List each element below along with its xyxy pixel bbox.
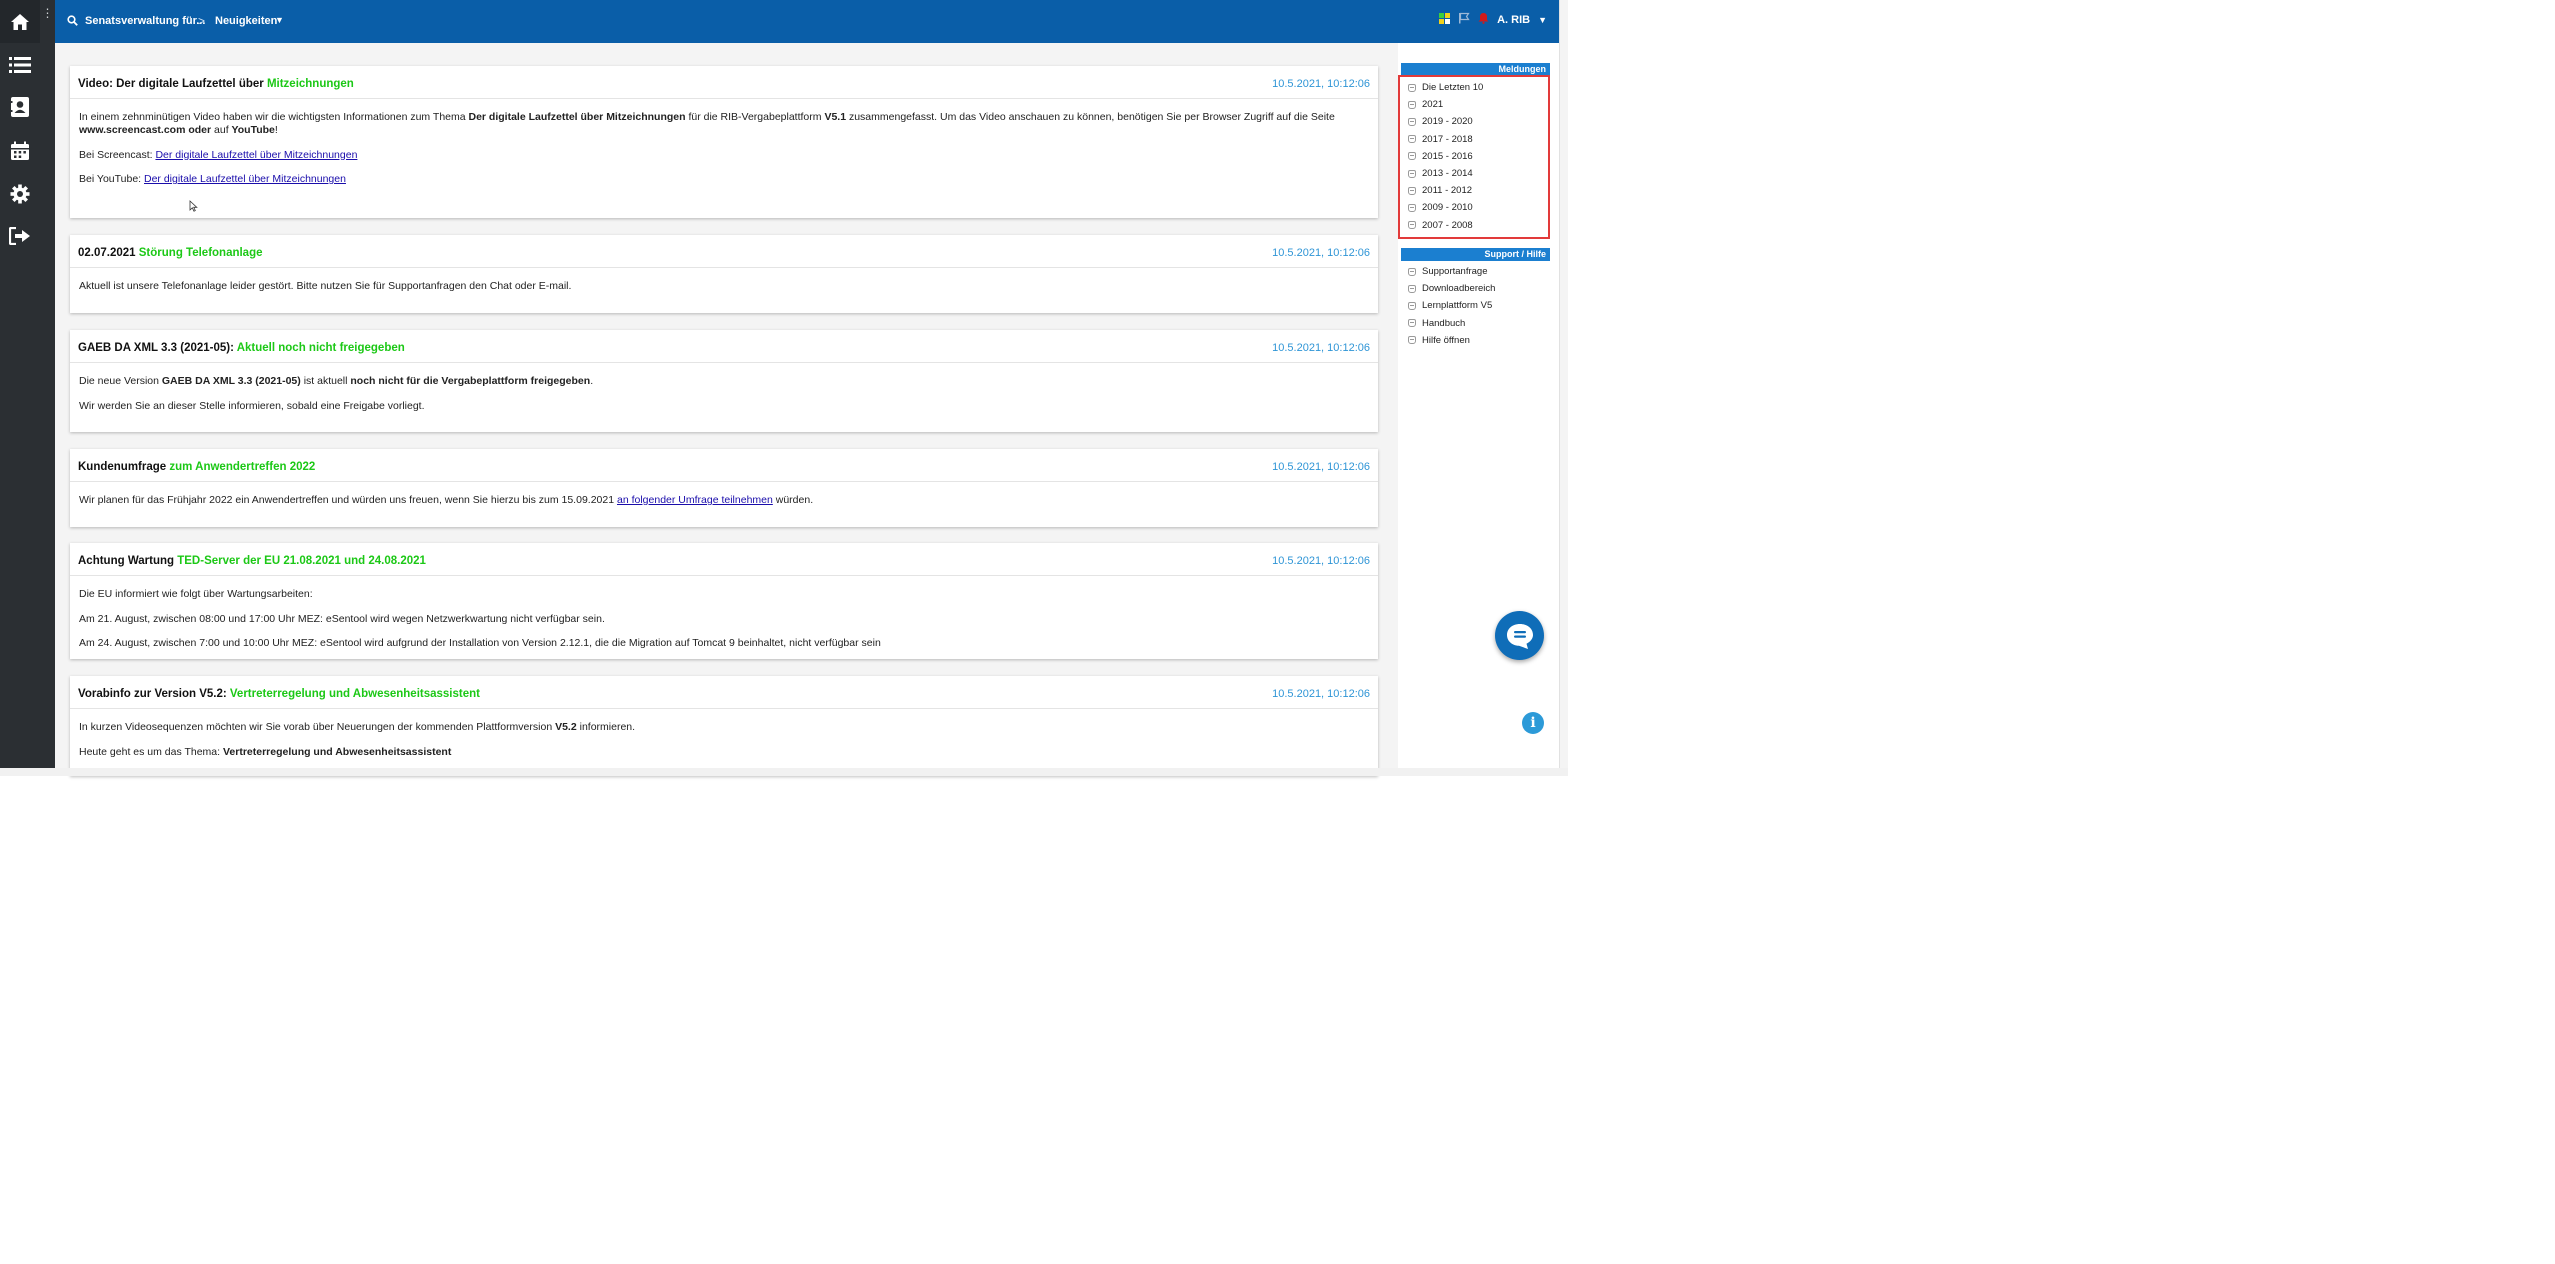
sidebar-item-contacts[interactable]	[0, 87, 40, 127]
support-item[interactable]: Hilfe öffnen	[1408, 332, 1548, 349]
news-text: Wir werden Sie an dieser Stelle informie…	[79, 399, 425, 412]
news-card-title: Video: Der digitale Laufzettel über Mitz…	[78, 78, 354, 90]
news-text: Am 21. August, zwischen 08:00 und 17:00 …	[79, 612, 605, 625]
info-button[interactable]: i	[1522, 712, 1544, 734]
top-bar: Senatsverwaltung für... > Neuigkeiten ▼ …	[55, 0, 1559, 43]
news-card-title: Achtung Wartung TED-Server der EU 21.08.…	[78, 555, 426, 567]
news-text: Bei Screencast: Der digitale Laufzettel …	[79, 148, 358, 161]
news-card: Video: Der digitale Laufzettel über Mitz…	[70, 66, 1378, 218]
top-right-tools: A. RIB ▼	[1439, 12, 1547, 27]
news-text: Bei YouTube: Der digitale Laufzettel übe…	[79, 173, 346, 185]
settings-icon	[10, 184, 30, 204]
screencast-link[interactable]: Der digitale Laufzettel über Mitzeichnun…	[155, 149, 357, 161]
youtube-link[interactable]: Der digitale Laufzettel über Mitzeichnun…	[144, 173, 346, 185]
notification-bell-icon[interactable]	[1478, 12, 1489, 27]
breadcrumb-page[interactable]: Neuigkeiten	[215, 15, 277, 27]
news-text: Aktuell ist unsere Telefonanlage leider …	[79, 280, 572, 292]
contacts-icon	[10, 97, 29, 117]
chat-button[interactable]	[1495, 611, 1544, 660]
news-card-body: Wir planen für das Frühjahr 2022 ein Anw…	[70, 482, 1378, 517]
list-icon	[9, 57, 31, 73]
news-text: Die EU informiert wie folgt über Wartung…	[79, 588, 313, 600]
news-card-date: 10.5.2021, 10:12:06	[1272, 78, 1370, 90]
news-card-header: Vorabinfo zur Version V5.2: Vertreterreg…	[70, 676, 1378, 709]
archive-icon	[1408, 336, 1416, 345]
left-sidebar: ⋮	[0, 0, 55, 768]
news-card-header: 02.07.2021 Störung Telefonanlage 10.5.20…	[70, 235, 1378, 268]
support-item[interactable]: Handbuch	[1408, 315, 1548, 332]
news-card-body: Die neue Version GAEB DA XML 3.3 (2021-0…	[70, 363, 1378, 423]
support-item[interactable]: Downloadbereich	[1408, 280, 1548, 297]
news-text: Wir planen für das Frühjahr 2022 ein Anw…	[79, 494, 814, 506]
breadcrumb-organization[interactable]: Senatsverwaltung für...	[85, 15, 205, 27]
info-icon: i	[1530, 715, 1536, 731]
window-bottom-edge	[0, 768, 1568, 776]
news-card-header: GAEB DA XML 3.3 (2021-05): Aktuell noch …	[70, 330, 1378, 363]
calendar-icon	[11, 141, 29, 160]
news-card-body: In kurzen Videosequenzen möchten wir Sie…	[70, 709, 1378, 769]
archive-icon	[1408, 267, 1416, 276]
window-edge	[1559, 0, 1568, 768]
user-menu-chevron-icon[interactable]: ▼	[1538, 15, 1547, 25]
news-card: Achtung Wartung TED-Server der EU 21.08.…	[70, 543, 1378, 659]
flag-icon[interactable]	[1458, 12, 1470, 27]
breadcrumb-separator: >	[198, 14, 206, 28]
news-card-title: Vorabinfo zur Version V5.2: Vertreterreg…	[78, 688, 480, 700]
survey-link[interactable]: an folgender Umfrage teilnehmen	[617, 494, 773, 506]
news-card-title: Kundenumfrage zum Anwendertreffen 2022	[78, 461, 316, 473]
archive-icon	[1408, 301, 1416, 310]
sidebar-item-list[interactable]	[0, 45, 40, 85]
news-feed: Video: Der digitale Laufzettel über Mitz…	[55, 43, 1398, 776]
news-card-body: In einem zehnminütigen Video haben wir d…	[70, 99, 1378, 196]
home-icon	[11, 13, 29, 30]
news-card-date: 10.5.2021, 10:12:06	[1272, 247, 1370, 259]
news-card-header: Kundenumfrage zum Anwendertreffen 2022 1…	[70, 449, 1378, 482]
news-text: In kurzen Videosequenzen möchten wir Sie…	[79, 721, 636, 733]
highlight-annotation	[1398, 75, 1550, 239]
user-menu[interactable]: A. RIB	[1497, 14, 1530, 26]
news-text: Die neue Version GAEB DA XML 3.3 (2021-0…	[79, 375, 594, 387]
news-card-header: Achtung Wartung TED-Server der EU 21.08.…	[70, 543, 1378, 576]
mouse-pointer-icon	[189, 200, 198, 215]
chevron-down-icon[interactable]: ▼	[275, 15, 284, 25]
support-item[interactable]: Lernplattform V5	[1408, 297, 1548, 314]
news-card-body: Die EU informiert wie folgt über Wartung…	[70, 576, 1378, 660]
archive-icon	[1408, 284, 1416, 293]
search-button[interactable]	[67, 15, 78, 29]
news-card-body: Aktuell ist unsere Telefonanlage leider …	[70, 268, 1378, 303]
news-card-header: Video: Der digitale Laufzettel über Mitz…	[70, 66, 1378, 99]
news-card: 02.07.2021 Störung Telefonanlage 10.5.20…	[70, 235, 1378, 313]
support-item[interactable]: Supportanfrage	[1408, 263, 1548, 280]
news-text: Heute geht es um das Thema: Vertreterreg…	[79, 745, 452, 758]
support-list: Supportanfrage Downloadbereich Lernplatt…	[1408, 263, 1548, 349]
sidebar-item-settings[interactable]	[0, 174, 40, 214]
news-card: GAEB DA XML 3.3 (2021-05): Aktuell noch …	[70, 330, 1378, 432]
archive-icon	[1408, 319, 1416, 328]
support-header: Support / Hilfe	[1401, 248, 1550, 261]
news-card-date: 10.5.2021, 10:12:06	[1272, 555, 1370, 567]
news-card-date: 10.5.2021, 10:12:06	[1272, 342, 1370, 354]
sidebar-item-logout[interactable]	[0, 216, 40, 256]
app-grid-icon[interactable]	[1439, 12, 1451, 27]
sidebar-menu-toggle[interactable]: ⋮	[40, 0, 55, 43]
news-card-date: 10.5.2021, 10:12:06	[1272, 688, 1370, 700]
news-card-title: GAEB DA XML 3.3 (2021-05): Aktuell noch …	[78, 342, 405, 354]
home-button[interactable]	[0, 0, 40, 43]
news-card: Kundenumfrage zum Anwendertreffen 2022 1…	[70, 449, 1378, 527]
sidebar-item-calendar[interactable]	[0, 131, 40, 171]
news-text: Am 24. August, zwischen 7:00 und 10:00 U…	[79, 637, 881, 649]
news-card: Vorabinfo zur Version V5.2: Vertreterreg…	[70, 676, 1378, 776]
search-icon	[67, 15, 78, 26]
logout-icon	[9, 227, 30, 245]
news-card-date: 10.5.2021, 10:12:06	[1272, 461, 1370, 473]
news-text: In einem zehnminütigen Video haben wir d…	[79, 111, 1335, 136]
news-card-title: 02.07.2021 Störung Telefonanlage	[78, 247, 263, 259]
chat-icon	[1506, 623, 1533, 649]
